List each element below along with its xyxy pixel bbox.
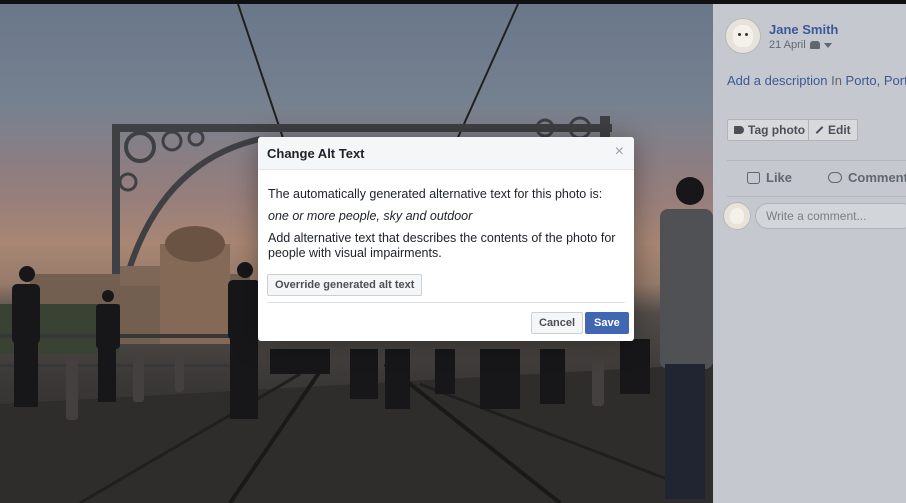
top-bar [0,0,906,4]
author-name[interactable]: Jane Smith [769,22,838,37]
dog-avatar-icon [733,25,753,47]
avatar-eye-left [738,33,741,36]
author-avatar[interactable] [725,18,761,54]
post-side-panel: Jane Smith 21 April Add a description In… [713,4,906,503]
post-date[interactable]: 21 April [769,39,806,51]
comment-input[interactable]: Write a comment... [755,203,906,229]
avatar-eye-right [745,33,748,36]
audience-friends-icon[interactable] [809,41,820,49]
thumbs-up-icon [747,171,760,184]
post-description: Add a description In Porto, Portugal [727,73,906,88]
override-alt-text-button[interactable]: Override generated alt text [267,274,423,296]
alt-text-intro: The automatically generated alternative … [268,187,603,201]
edit-button[interactable]: Edit [808,119,858,141]
post-meta: 21 April [769,39,832,51]
comment-bubble-icon [828,172,842,183]
edit-label: Edit [828,123,851,137]
tag-photo-label: Tag photo [748,123,806,137]
change-alt-text-dialog: Change Alt Text × The automatically gene… [258,137,634,341]
dialog-title: Change Alt Text [267,146,365,161]
close-icon[interactable]: × [615,143,624,161]
cancel-button[interactable]: Cancel [531,312,584,334]
like-button[interactable]: Like [747,170,792,185]
generated-alt-text: one or more people, sky and outdoor [268,209,473,223]
chevron-down-icon[interactable] [823,42,832,48]
add-description-link[interactable]: Add a description [727,73,827,88]
alt-text-instructions: Add alternative text that describes the … [268,231,616,260]
divider [727,196,906,197]
comment-label: Comment [848,170,906,185]
tag-photo-button[interactable]: Tag photo [727,119,813,141]
dog-avatar-icon [729,207,745,225]
location-link[interactable]: Porto, Portugal [846,73,906,88]
commenter-avatar [723,202,751,230]
like-label: Like [766,170,793,185]
location-prefix: In [831,73,842,88]
dialog-header: Change Alt Text × [258,137,634,170]
save-button[interactable]: Save [585,312,629,334]
divider [727,160,906,161]
tag-icon [734,126,744,134]
dialog-divider [267,302,625,303]
pencil-icon [815,126,824,134]
comment-button[interactable]: Comment [828,170,906,185]
